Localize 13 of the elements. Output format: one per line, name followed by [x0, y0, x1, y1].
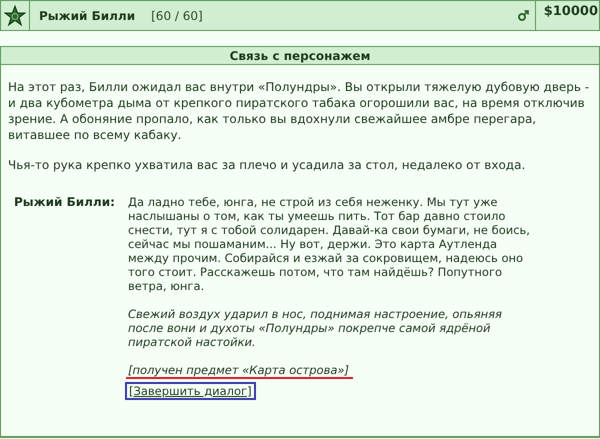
speaker-name: Рыжий Билли:: [13, 195, 116, 211]
story-paragraph: Чья-то рука крепко ухватила вас за плечо и усадила за стол, недалеко от входа.: [8, 157, 526, 173]
narration-text: Свежий воздух ударил в нос, поднимая настроение, опьяняя после вони и духоты «Полундры» покрепче самой ядрёной пиратской настойки.: [128, 307, 503, 349]
male-symbol-icon: [518, 10, 529, 21]
money-amount: $10000: [544, 4, 598, 19]
panel-title: Связь с персонажем: [230, 48, 370, 62]
character-name: Рыжий Билли: [39, 8, 136, 22]
health-counter: [60 / 60]: [151, 8, 203, 22]
star-icon: [4, 4, 26, 26]
speech-text: Да ладно тебе, юнга, не строй из себя неженку. Мы тут уже наслышаны о том, как ты умеешь пить. Тот бар давно стоило снести, тут я с тобой солидарен. Давай-ка свои бумаги, не боись, сейчас мы пошаманим... Ну вот, держи. Это карта Аутленда между прочим. Собирайся и езжай за сокровищем, надеюсь оно того стоит. Расскажешь потом, что там найдёшь? Попутного ветра, юнга.: [128, 195, 531, 293]
end-dialog-link[interactable]: [Завершить диалог]: [125, 382, 256, 400]
story-paragraph: На этот раз, Билли ожидал вас внутри «Полундры». Вы открыли тяжелую дубовую дверь - и два кубометра дыма от крепкого пиратского табака огорошили вас, на время отключив зрение. А обоняние пропало, как только вы вдохнули свежайшее амбре перегара, витавшее по всему кабаку.: [8, 79, 590, 143]
item-received-text: [получен предмет «Карта острова»]: [126, 363, 354, 379]
